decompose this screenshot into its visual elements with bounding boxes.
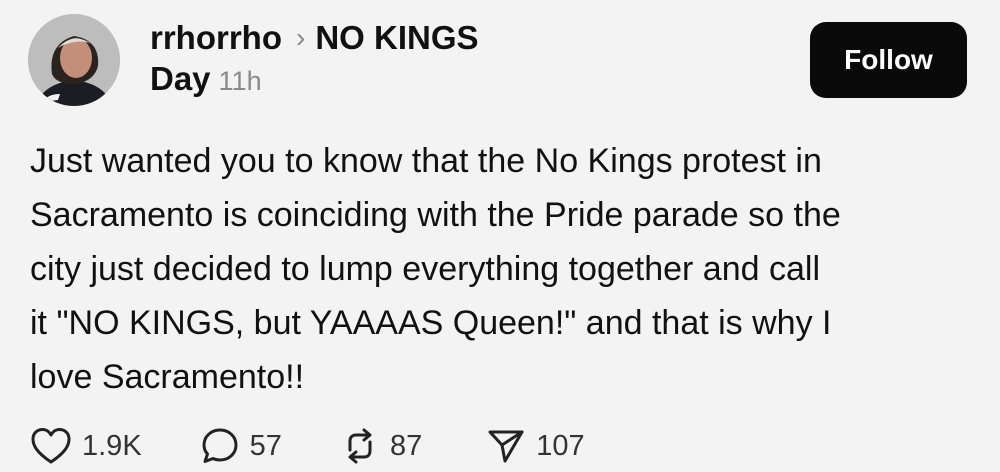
comment-count: 57 (249, 429, 282, 462)
comment-bubble-icon (202, 428, 238, 463)
username-link[interactable]: rrhorrho (150, 19, 282, 56)
heart-icon (31, 428, 71, 464)
avatar-photo-icon (28, 14, 120, 106)
share-button[interactable]: 107 (486, 426, 585, 466)
thread-post: rrhorrho › NO KINGS Day 11h Follow Just wan… (0, 0, 1000, 472)
like-count: 1.9K (82, 429, 142, 462)
community-link[interactable]: NO KINGS (315, 19, 478, 56)
send-paper-plane-icon (488, 430, 524, 463)
post-body-line: love Sacramento!! (30, 358, 305, 396)
post-body-line: it "NO KINGS, but YAAAAS Queen!" and tha… (30, 304, 832, 342)
post-body-line: city just decided to lump everything tog… (30, 250, 821, 288)
follow-button[interactable]: Follow (810, 22, 967, 98)
chevron-right-icon: › (296, 22, 306, 53)
post-actions-bar: 1.9K 57 87 107 (30, 424, 585, 468)
repost-arrows-icon (348, 428, 372, 464)
repost-button[interactable]: 87 (340, 426, 422, 466)
post-timestamp: 11h (218, 66, 262, 96)
post-body: Just wanted you to know that the No King… (30, 134, 980, 404)
header-line-1: rrhorrho › NO KINGS (150, 18, 590, 60)
post-header: rrhorrho › NO KINGS Day 11h (150, 18, 590, 100)
comment-button[interactable]: 57 (200, 426, 282, 466)
header-line-2: Day 11h (150, 60, 590, 100)
post-body-line: Just wanted you to know that the No King… (30, 142, 822, 180)
community-link-continued[interactable]: Day (150, 60, 211, 97)
avatar[interactable] (28, 14, 120, 106)
share-count: 107 (536, 429, 585, 462)
repost-count: 87 (389, 429, 423, 462)
post-body-line: Sacramento is coinciding with the Pride … (30, 196, 841, 234)
like-button[interactable]: 1.9K (30, 426, 142, 466)
